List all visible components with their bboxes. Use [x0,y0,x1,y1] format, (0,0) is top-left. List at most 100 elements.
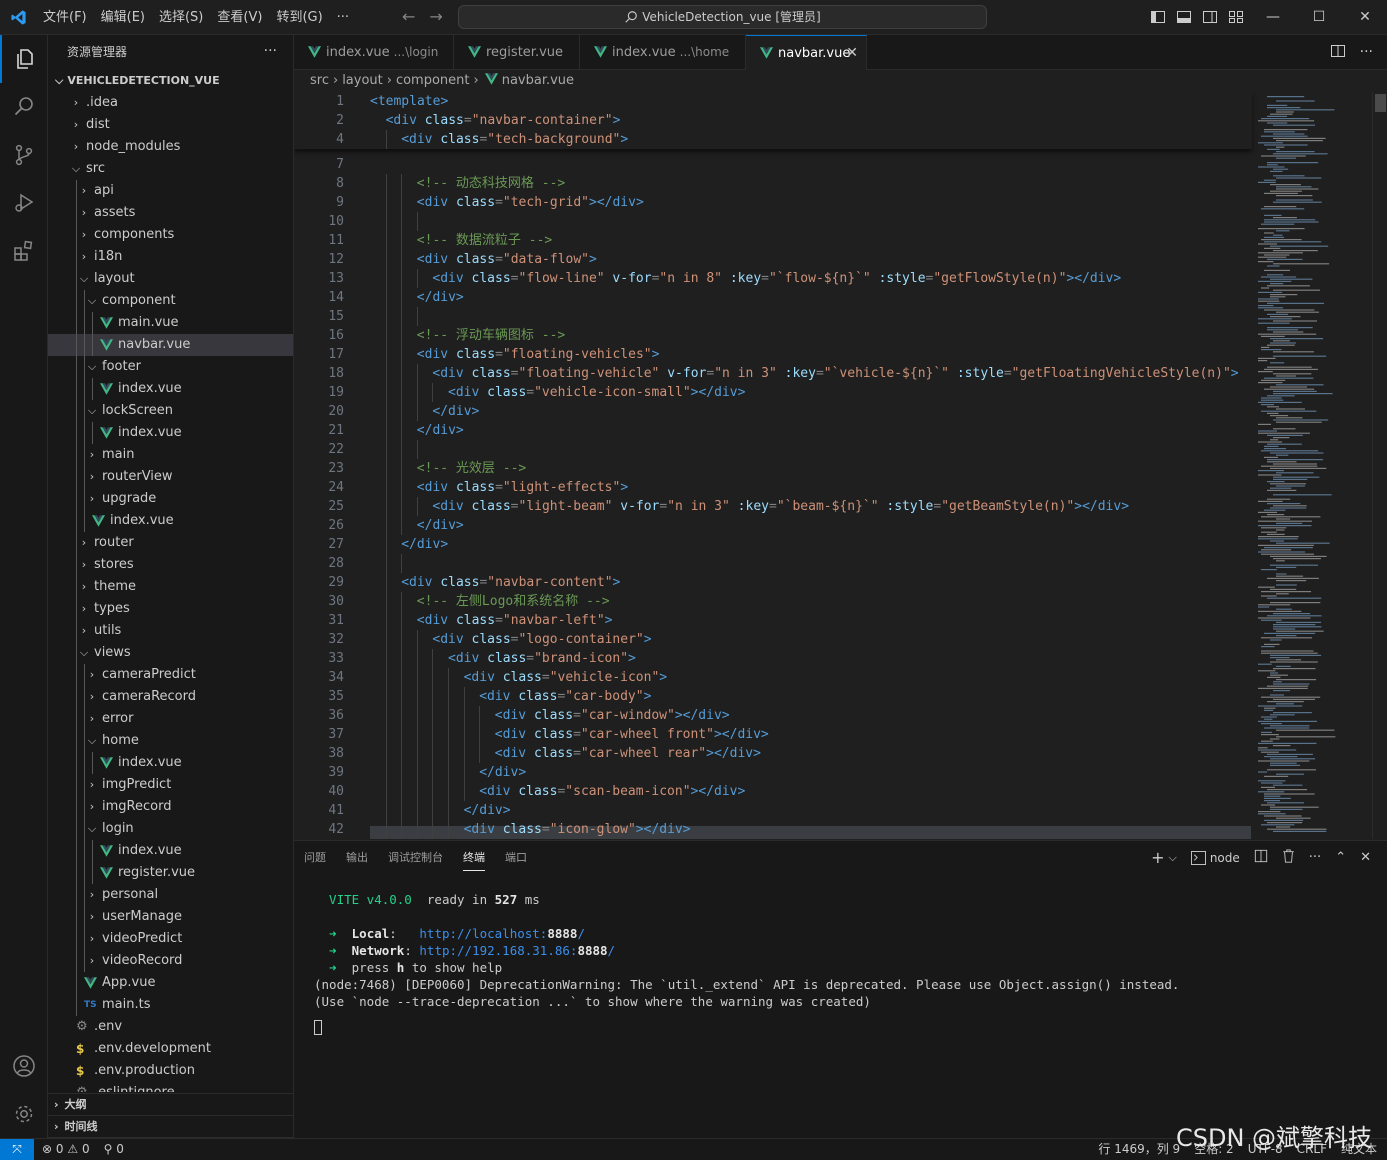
indent-guide [416,497,418,516]
tree-folder[interactable]: › components [48,224,293,246]
minimap-line [1258,360,1268,362]
cursor-position[interactable]: 行 1469，列 9 [1098,1139,1180,1160]
editor-more-actions-icon[interactable]: ··· [1360,35,1373,70]
breadcrumb-item[interactable]: src [310,73,329,88]
panel-tab[interactable]: 问题 [294,841,336,875]
chevron-down-icon[interactable]: ⌵ [1168,841,1176,875]
tree-folder[interactable]: › utils [48,620,293,642]
forward-arrow-icon[interactable]: → [429,8,442,26]
new-terminal-plus-icon[interactable]: + [1151,841,1164,875]
tree-folder[interactable]: › .idea [48,92,293,114]
tree-file[interactable]: $ .env.production [48,1060,293,1082]
split-terminal-icon[interactable] [1254,841,1268,875]
source-control-activity-icon[interactable] [0,131,48,179]
panel-tab[interactable]: 端口 [495,841,537,875]
panel-more-actions-icon[interactable]: ··· [1309,841,1321,875]
menu-item[interactable]: 选择(S) [152,0,210,35]
tree-folder[interactable]: › i18n [48,246,293,268]
command-center-search[interactable]: VehicleDetection_vue [管理员] [458,5,987,29]
explorer-activity-icon[interactable] [0,35,48,83]
close-tab-icon[interactable]: ✕ [846,36,858,71]
manage-gear-icon[interactable] [0,1090,48,1138]
menu-item[interactable]: 转到(G) [269,0,329,35]
terminal-instance[interactable]: node [1190,841,1240,875]
outline-section[interactable]: › 大纲 [48,1094,293,1116]
minimap-line [1261,208,1305,210]
code-token: </div> [416,423,464,438]
menu-item[interactable]: 编辑(E) [94,0,152,35]
panel-tab[interactable]: 输出 [336,841,378,875]
tree-folder[interactable]: › router [48,532,293,554]
chevron-down-icon: ⌵ [55,74,64,87]
search-activity-icon[interactable] [0,83,48,131]
minimap-line [1276,375,1296,377]
remote-indicator-icon[interactable]: ⤧ [0,1139,34,1160]
menu-more[interactable]: ··· [330,0,356,35]
breadcrumb-item[interactable]: layout [342,73,383,88]
tree-file[interactable]: App.vue [48,972,293,994]
maximize-panel-chevron-up-icon[interactable]: ⌃ [1335,841,1346,875]
tree-folder[interactable]: › types [48,598,293,620]
toggle-panel-icon[interactable] [1176,9,1192,25]
minimap[interactable] [1252,92,1372,839]
run-debug-activity-icon[interactable] [0,179,48,227]
terminal-text: 8888 [547,926,578,941]
close-window-button[interactable]: ✕ [1342,0,1387,35]
maximize-button[interactable]: ☐ [1296,0,1342,35]
panel-tab[interactable]: 终端 [453,841,495,875]
tab-register[interactable]: register.vue [454,35,580,70]
terminal-output[interactable]: VITE v4.0.0 ready in 527 ms ➜ Local: htt… [314,891,1374,1131]
split-editor-icon[interactable] [1330,35,1346,70]
sticky-scroll-header[interactable]: 1 <template> 2 <div class="navbar-container… [294,92,1252,149]
tree-folder[interactable]: › stores [48,554,293,576]
tab-index-home[interactable]: index.vue ...\home [580,35,746,70]
tree-folder[interactable]: › api [48,180,293,202]
menu-item[interactable]: 查看(V) [210,0,269,35]
minimize-button[interactable]: — [1250,0,1296,35]
vscode-logo-icon[interactable] [10,9,27,26]
breadcrumb-item[interactable]: component [396,73,470,88]
indent-guide [448,782,449,801]
code-editor[interactable]: 7 8 <!-- 动态科技网格 --> 9 <div class="tech-grid"… [294,92,1387,839]
tree-folder[interactable]: ⌵ layout [48,268,293,290]
indent-guide [385,782,387,801]
code-token: "tech-background" [487,132,621,147]
extensions-activity-icon[interactable] [0,227,48,275]
explorer-more-actions-icon[interactable]: ··· [264,35,277,67]
chevron-down-icon: ⌵ [87,734,97,747]
tree-folder[interactable]: ⌵ views [48,642,293,664]
tree-folder[interactable]: › dist [48,114,293,136]
tree-file[interactable]: TS main.ts [48,994,293,1016]
tree-folder[interactable]: ⌵ src [48,158,293,180]
editor-scrollbar[interactable] [1372,92,1387,839]
project-root-header[interactable]: ⌵ VEHICLEDETECTION_VUE [48,70,293,92]
ports-status[interactable]: ⚲ 0 [104,1139,124,1160]
tree-folder[interactable]: › theme [48,576,293,598]
customize-layout-icon[interactable] [1228,9,1244,25]
tree-file[interactable]: ⚙ .env [48,1016,293,1038]
timeline-section[interactable]: › 时间线 [48,1116,293,1138]
tab-index-login[interactable]: index.vue ...\login [294,35,454,70]
back-arrow-icon[interactable]: ← [402,8,415,26]
tree-folder[interactable]: › node_modules [48,136,293,158]
accounts-activity-icon[interactable] [0,1042,48,1090]
code-token: = [463,113,472,128]
tree-file[interactable]: ⚙ .eslintignore [48,1082,293,1092]
tree-file[interactable]: $ .env.development [48,1038,293,1060]
problems-status[interactable]: ⊗ 0 ⚠ 0 [42,1139,90,1160]
breadcrumb-item[interactable]: navbar.vue [502,73,574,88]
close-panel-icon[interactable]: ✕ [1360,841,1371,875]
menu-item[interactable]: 文件(F) [36,0,94,35]
minimap-line [1261,696,1321,698]
toggle-secondary-sidebar-icon[interactable] [1202,9,1218,25]
tree-folder[interactable]: › assets [48,202,293,224]
indent-guide [401,174,403,193]
tab-navbar[interactable]: navbar.vue ✕ [746,35,867,70]
indent-guide [416,649,418,668]
chevron-right-icon: › [89,800,95,813]
panel-tab[interactable]: 调试控制台 [378,841,453,875]
scrollbar-thumb[interactable] [1375,94,1386,112]
toggle-primary-sidebar-icon[interactable] [1150,9,1166,25]
kill-terminal-trash-icon[interactable] [1282,841,1295,875]
minimap-line [1270,762,1297,764]
